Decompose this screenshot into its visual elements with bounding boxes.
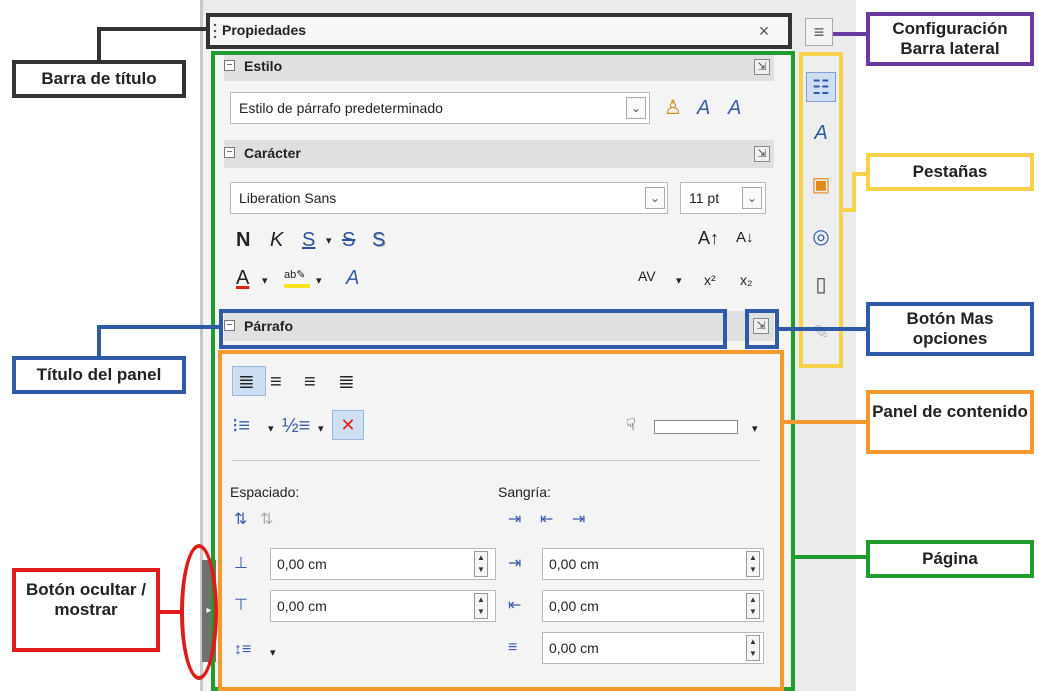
callout-hide-show: Botón ocultar / mostrar: [12, 568, 160, 652]
callout-page: Página: [866, 540, 1034, 578]
hide-show-frame: [180, 544, 218, 680]
callout-title-bar: Barra de título: [12, 60, 186, 98]
callout-more-options: Botón Mas opciones: [866, 302, 1034, 356]
leader-line: [795, 555, 867, 559]
leader-line: [852, 172, 856, 212]
leader-line: [160, 610, 182, 614]
more-options-frame: [745, 309, 779, 349]
leader-line: [97, 325, 101, 356]
sidebar-settings-button[interactable]: ≡: [805, 18, 833, 46]
leader-line: [779, 327, 867, 331]
callout-panel-title: Título del panel: [12, 356, 186, 394]
leader-line: [97, 27, 101, 60]
title-bar-frame: [206, 13, 792, 49]
leader-line: [97, 27, 207, 31]
callout-content-panel: Panel de contenido: [866, 390, 1034, 454]
tabs-frame: [799, 52, 843, 368]
callout-tabs: Pestañas: [866, 153, 1034, 191]
leader-line: [97, 325, 220, 329]
leader-line: [784, 420, 867, 424]
leader-line: [833, 32, 867, 36]
content-panel-frame: [218, 350, 784, 691]
callout-config: Configuración Barra lateral: [866, 12, 1034, 66]
panel-title-frame: [219, 309, 727, 349]
leader-line: [852, 172, 866, 176]
